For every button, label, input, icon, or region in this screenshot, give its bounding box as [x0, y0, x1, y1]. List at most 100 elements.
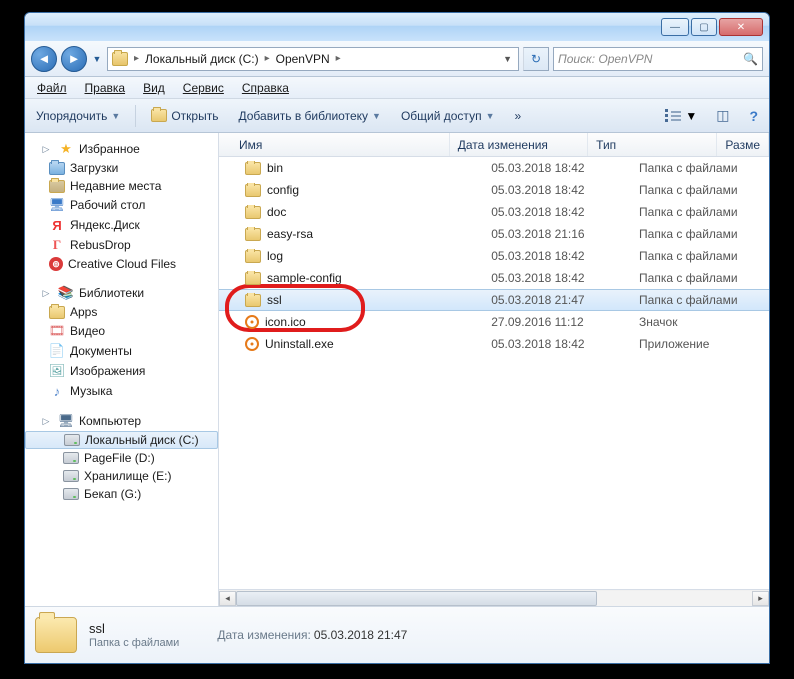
horizontal-scrollbar[interactable]: ◂ ▸ [219, 589, 769, 606]
column-name[interactable]: Имя [219, 133, 450, 156]
file-date: 05.03.2018 18:42 [483, 337, 631, 351]
tree-drive-e[interactable]: Хранилище (E:) [25, 467, 218, 485]
file-type: Папка с файлами [631, 205, 769, 219]
open-button[interactable]: Открыть [146, 106, 223, 126]
more-button[interactable]: » [509, 106, 526, 126]
minimize-button[interactable]: — [661, 18, 689, 36]
folder-icon [245, 206, 261, 219]
menu-tools[interactable]: Сервис [175, 79, 232, 97]
view-icon [671, 111, 681, 121]
tree-item-docs[interactable]: 📄Документы [25, 341, 218, 361]
file-name: sample-config [267, 271, 342, 285]
toolbar: Упорядочить▼ Открыть Добавить в библиоте… [25, 99, 769, 133]
details-type: Папка с файлами [89, 637, 179, 649]
help-button[interactable]: ? [744, 105, 763, 127]
file-row[interactable]: sample-config 05.03.2018 18:42Папка с фай… [219, 267, 769, 289]
folder-icon [49, 162, 65, 175]
folder-open-icon [151, 109, 167, 122]
tree-item-desktop[interactable]: 🖥Рабочий стол [25, 195, 218, 215]
search-input[interactable]: Поиск: OpenVPN 🔍 [553, 47, 763, 71]
file-row[interactable]: doc 05.03.2018 18:42Папка с файлами [219, 201, 769, 223]
refresh-button[interactable]: ↻ [523, 47, 549, 71]
file-name: doc [267, 205, 286, 219]
folder-icon [245, 272, 261, 285]
tree-item-music[interactable]: ♪Музыка [25, 381, 218, 401]
file-row[interactable]: log05.03.2018 18:42Папка с файлами [219, 245, 769, 267]
maximize-button[interactable]: ▢ [691, 18, 717, 36]
folder-icon [49, 306, 65, 319]
add-library-button[interactable]: Добавить в библиотеку▼ [233, 106, 385, 126]
file-type: Папка с файлами [631, 271, 769, 285]
file-date: 05.03.2018 18:42 [483, 271, 631, 285]
titlebar: — ▢ ✕ [25, 13, 769, 41]
menu-file[interactable]: Файл [29, 79, 75, 97]
folder-icon [245, 184, 261, 197]
file-name: icon.ico [265, 315, 306, 329]
history-dropdown[interactable]: ▼ [91, 46, 103, 72]
file-type: Значок [631, 315, 769, 329]
menu-view[interactable]: Вид [135, 79, 173, 97]
tree-item-video[interactable]: 🎞Видео [25, 321, 218, 341]
tree-item-downloads[interactable]: Загрузки [25, 159, 218, 177]
openvpn-icon [245, 315, 259, 329]
preview-pane-button[interactable]: ◫ [711, 104, 734, 127]
tree-favorites[interactable]: ▷★Избранное [25, 139, 218, 159]
file-type: Папка с файлами [631, 227, 769, 241]
address-bar[interactable]: ▸ Локальный диск (C:) ▸ OpenVPN ▸ ▼ [107, 47, 519, 71]
view-options-button[interactable]: ▼ [661, 107, 701, 125]
file-type: Папка с файлами [631, 293, 769, 307]
file-date: 05.03.2018 18:42 [483, 161, 631, 175]
menu-help[interactable]: Справка [234, 79, 297, 97]
file-name: bin [267, 161, 283, 175]
file-row[interactable]: icon.ico27.09.2016 11:12Значок [219, 311, 769, 333]
chevron-right-icon: ▸ [334, 53, 343, 64]
scroll-left-button[interactable]: ◂ [219, 591, 236, 606]
file-row[interactable]: ssl05.03.2018 21:47Папка с файлами [219, 289, 769, 311]
drive-icon [63, 452, 79, 464]
breadcrumb[interactable]: Локальный диск (C:) [145, 52, 259, 66]
tree-item-apps[interactable]: Apps [25, 303, 218, 321]
back-button[interactable]: ◄ [31, 46, 57, 72]
tree-item-recent[interactable]: Недавние места [25, 177, 218, 195]
file-date: 05.03.2018 18:42 [483, 183, 631, 197]
column-date[interactable]: Дата изменения [450, 133, 588, 156]
file-date: 05.03.2018 18:42 [483, 205, 631, 219]
scroll-right-button[interactable]: ▸ [752, 591, 769, 606]
tree-item-yandex[interactable]: ЯЯндекс.Диск [25, 215, 218, 235]
folder-icon [245, 162, 261, 175]
tree-item-images[interactable]: 🖼Изображения [25, 361, 218, 381]
scroll-track[interactable] [236, 591, 752, 606]
tree-computer[interactable]: ▷🖥Компьютер [25, 411, 218, 431]
file-row[interactable]: Uninstall.exe05.03.2018 18:42Приложение [219, 333, 769, 355]
file-type: Папка с файлами [631, 183, 769, 197]
tree-drive-d[interactable]: PageFile (D:) [25, 449, 218, 467]
scroll-thumb[interactable] [236, 591, 597, 606]
breadcrumb[interactable]: OpenVPN [276, 52, 330, 66]
file-row[interactable]: config 05.03.2018 18:42Папка с файлами [219, 179, 769, 201]
recent-icon [49, 180, 65, 193]
tree-drive-c[interactable]: Локальный диск (C:) [25, 431, 218, 449]
address-dropdown[interactable]: ▼ [503, 54, 514, 64]
details-name: ssl [89, 621, 179, 636]
share-button[interactable]: Общий доступ▼ [396, 106, 500, 126]
file-row[interactable]: bin 05.03.2018 18:42Папка с файлами [219, 157, 769, 179]
column-size[interactable]: Разме [717, 133, 769, 156]
drive-icon [64, 434, 80, 446]
menu-edit[interactable]: Правка [77, 79, 134, 97]
navigation-tree[interactable]: ▷★Избранное Загрузки Недавние места 🖥Раб… [25, 133, 219, 606]
file-type: Папка с файлами [631, 161, 769, 175]
video-icon: 🎞 [49, 323, 65, 339]
close-button[interactable]: ✕ [719, 18, 763, 36]
tree-drive-g[interactable]: Бекап (G:) [25, 485, 218, 503]
navigation-bar: ◄ ► ▼ ▸ Локальный диск (C:) ▸ OpenVPN ▸ … [25, 41, 769, 77]
file-row[interactable]: easy-rsa05.03.2018 21:16Папка с файлами [219, 223, 769, 245]
column-type[interactable]: Тип [588, 133, 717, 156]
organize-button[interactable]: Упорядочить▼ [31, 106, 125, 126]
document-icon: 📄 [49, 343, 65, 359]
tree-item-cc[interactable]: ⊚Creative Cloud Files [25, 255, 218, 273]
file-list[interactable]: bin05.03.2018 18:42Папка с файламиconfig… [219, 157, 769, 589]
tree-item-rebus[interactable]: ΓRebusDrop [25, 235, 218, 255]
file-name: config [267, 183, 299, 197]
forward-button[interactable]: ► [61, 46, 87, 72]
tree-libraries[interactable]: ▷📚Библиотеки [25, 283, 218, 303]
